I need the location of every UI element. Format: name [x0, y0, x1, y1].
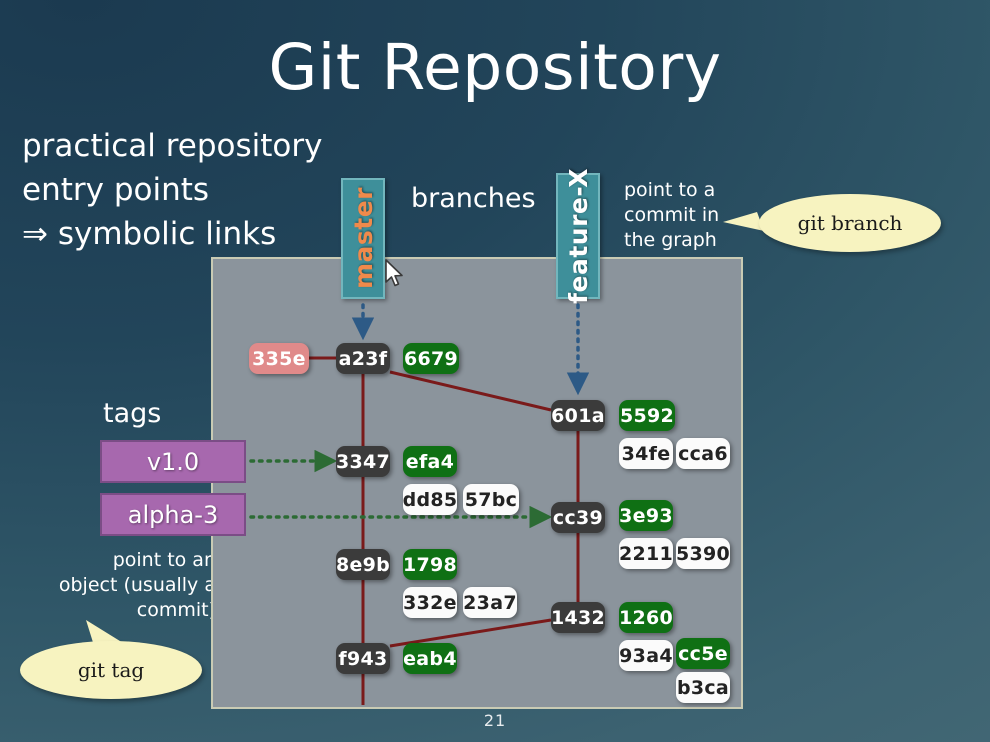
branch-tab-feature-x[interactable]: feature-X — [556, 168, 600, 304]
graph-node-57bc[interactable]: 57bc — [463, 484, 519, 515]
branch-tab-master-label: master — [348, 187, 378, 290]
graph-node-5390[interactable]: 5390 — [676, 538, 730, 569]
graph-node-efa4[interactable]: efa4 — [403, 446, 457, 477]
branch-tab-feature-x-label: feature-X — [563, 168, 593, 304]
branch-tab-master[interactable]: master — [341, 178, 385, 299]
graph-node-cc39[interactable]: cc39 — [551, 502, 605, 533]
graph-node-eab4[interactable]: eab4 — [403, 643, 457, 674]
tag-box-v1-0[interactable]: v1.0 — [100, 440, 246, 483]
callout-git-branch: git branch — [759, 194, 941, 252]
tag-box-alpha-3[interactable]: alpha-3 — [100, 493, 246, 536]
graph-node-3347[interactable]: 3347 — [336, 446, 390, 477]
graph-node-cca6[interactable]: cca6 — [676, 438, 730, 469]
graph-node-6679[interactable]: 6679 — [403, 343, 459, 374]
tags-label: tags — [103, 398, 162, 429]
graph-node-3e93[interactable]: 3e93 — [619, 500, 673, 531]
graph-node-f943[interactable]: f943 — [336, 643, 390, 674]
graph-node-dd85[interactable]: dd85 — [403, 484, 457, 515]
graph-node-2211[interactable]: 2211 — [619, 538, 673, 569]
graph-node-335e[interactable]: 335e — [249, 343, 309, 374]
branches-label: branches — [411, 183, 536, 214]
callout-git-tag: git tag — [20, 641, 202, 699]
graph-node-1260[interactable]: 1260 — [619, 602, 673, 633]
graph-node-1798[interactable]: 1798 — [403, 549, 457, 580]
graph-node-34fe[interactable]: 34fe — [619, 438, 673, 469]
graph-node-a23f[interactable]: a23f — [336, 343, 390, 374]
lead-text: practical repository entry points ⇒ symb… — [22, 128, 323, 252]
graph-node-1432[interactable]: 1432 — [551, 602, 605, 633]
graph-node-332e[interactable]: 332e — [403, 587, 457, 618]
graph-node-cc5e[interactable]: cc5e — [676, 638, 730, 669]
graph-node-23a7[interactable]: 23a7 — [463, 587, 517, 618]
callout-tail-branch — [723, 212, 764, 231]
graph-node-8e9b[interactable]: 8e9b — [336, 549, 390, 580]
page-number: 21 — [483, 711, 507, 730]
slide-canvas: Git Repository practical repository entr… — [0, 0, 990, 742]
graph-node-b3ca[interactable]: b3ca — [676, 672, 730, 703]
mouse-cursor-icon — [385, 259, 403, 287]
graph-node-601a[interactable]: 601a — [551, 400, 605, 431]
branch-note: point to a commit in the graph — [624, 179, 720, 251]
page-title: Git Repository — [268, 31, 722, 104]
graph-node-93a4[interactable]: 93a4 — [619, 640, 673, 671]
graph-node-5592[interactable]: 5592 — [619, 400, 675, 431]
tag-note: point to an object (usually a commit) — [58, 549, 216, 621]
